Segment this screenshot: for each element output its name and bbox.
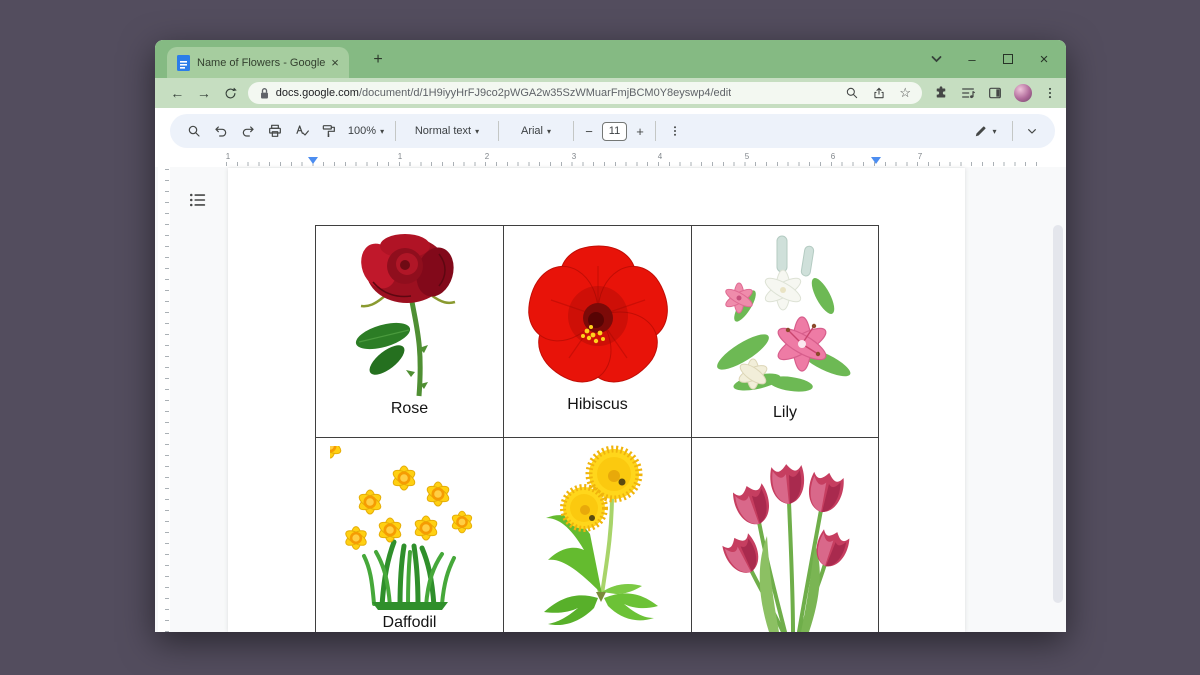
back-icon[interactable]: ← bbox=[164, 85, 191, 101]
window-controls: – × bbox=[918, 40, 1062, 78]
flower-label[interactable]: Daffodil bbox=[383, 614, 437, 632]
increase-font-size-button[interactable]: + bbox=[630, 118, 650, 144]
table-cell-lily[interactable]: Lily bbox=[692, 226, 879, 438]
scrollbar-thumb[interactable] bbox=[1053, 225, 1063, 603]
share-icon[interactable] bbox=[872, 86, 886, 100]
spell-check-icon[interactable] bbox=[288, 118, 315, 144]
flower-label[interactable]: Hibiscus bbox=[567, 396, 627, 414]
extensions-puzzle-icon[interactable] bbox=[933, 85, 949, 101]
chrome-menu-kebab-icon[interactable] bbox=[1043, 85, 1057, 101]
tab-close-icon[interactable]: × bbox=[327, 55, 343, 71]
chevron-down-icon: ▾ bbox=[992, 127, 996, 136]
horizontal-ruler[interactable]: 1 1 2 3 4 5 6 7 bbox=[170, 152, 1055, 167]
table-cell-rose[interactable]: Rose bbox=[316, 226, 504, 438]
left-indent-marker[interactable] bbox=[308, 157, 318, 164]
tab-title: Name of Flowers - Google Docs bbox=[197, 57, 327, 69]
vertical-scrollbar[interactable] bbox=[1050, 167, 1066, 632]
document-outline-icon[interactable] bbox=[185, 187, 211, 213]
dandelion-image bbox=[518, 442, 678, 632]
flower-label[interactable]: Rose bbox=[391, 400, 428, 418]
redo-icon[interactable] bbox=[234, 118, 261, 144]
flower-table: Rose bbox=[315, 225, 879, 632]
more-options-kebab-icon[interactable] bbox=[661, 118, 688, 144]
tab-search-chevron-icon[interactable] bbox=[918, 40, 954, 78]
paint-format-icon[interactable] bbox=[315, 118, 342, 144]
browser-titlebar: Name of Flowers - Google Docs × + – × bbox=[155, 40, 1066, 78]
daffodil-image bbox=[330, 446, 490, 610]
font-family-select[interactable]: Arial▾ bbox=[504, 118, 568, 144]
zoom-page-icon[interactable] bbox=[845, 86, 859, 100]
search-menus-icon[interactable] bbox=[180, 118, 207, 144]
browser-navbar: ← → docs.google.com/document/d/1H9iyyHrF… bbox=[155, 78, 1066, 108]
flower-label[interactable]: Lily bbox=[773, 404, 797, 422]
chevron-down-icon: ▾ bbox=[475, 127, 479, 136]
vertical-ruler bbox=[158, 167, 170, 632]
side-panel-icon[interactable] bbox=[987, 85, 1003, 101]
font-size-input[interactable]: 11 bbox=[602, 122, 627, 141]
media-controls-icon[interactable] bbox=[960, 85, 976, 101]
table-cell-hibiscus[interactable]: Hibiscus bbox=[504, 226, 692, 438]
forward-icon[interactable]: → bbox=[191, 85, 218, 101]
close-window-button[interactable]: × bbox=[1026, 40, 1062, 78]
hibiscus-image bbox=[517, 236, 679, 392]
paragraph-style-select[interactable]: Normal text▾ bbox=[401, 118, 493, 144]
right-indent-marker[interactable] bbox=[871, 157, 881, 164]
url-address-bar[interactable]: docs.google.com/document/d/1H9iyyHrFJ9co… bbox=[248, 82, 922, 104]
maximize-button[interactable] bbox=[990, 40, 1026, 78]
zoom-select[interactable]: 100%▾ bbox=[342, 118, 390, 144]
profile-avatar[interactable] bbox=[1014, 84, 1032, 102]
chevron-down-icon: ▾ bbox=[380, 127, 384, 136]
browser-tab[interactable]: Name of Flowers - Google Docs × bbox=[167, 47, 349, 78]
table-cell-tulip[interactable]: Tulip bbox=[692, 438, 879, 632]
chevron-down-icon: ▾ bbox=[547, 127, 551, 136]
hide-menus-chevron-icon[interactable] bbox=[1018, 118, 1045, 144]
bookmark-star-icon[interactable]: ☆ bbox=[899, 85, 911, 101]
table-cell-dandelion[interactable]: Dandelion bbox=[504, 438, 692, 632]
minimize-button[interactable]: – bbox=[954, 40, 990, 78]
tulip-image bbox=[705, 444, 865, 632]
print-icon[interactable] bbox=[261, 118, 288, 144]
document-area: Rose bbox=[155, 167, 1066, 632]
google-docs-favicon-icon bbox=[177, 55, 190, 71]
editing-mode-select[interactable]: ▾ bbox=[963, 118, 1007, 144]
docs-toolbar-area: 100%▾ Normal text▾ Arial▾ − 11 + ▾ bbox=[155, 108, 1066, 167]
rose-image bbox=[335, 232, 485, 398]
browser-window: Name of Flowers - Google Docs × + – × ← … bbox=[155, 40, 1066, 632]
docs-toolbar: 100%▾ Normal text▾ Arial▾ − 11 + ▾ bbox=[170, 114, 1055, 148]
lily-image bbox=[705, 234, 865, 402]
table-cell-daffodil[interactable]: Daffodil bbox=[316, 438, 504, 632]
document-page[interactable]: Rose bbox=[228, 168, 965, 632]
reload-icon[interactable] bbox=[217, 86, 244, 101]
undo-icon[interactable] bbox=[207, 118, 234, 144]
url-text: docs.google.com/document/d/1H9iyyHrFJ9co… bbox=[276, 87, 731, 99]
lock-icon bbox=[259, 87, 270, 100]
new-tab-button[interactable]: + bbox=[367, 50, 389, 72]
decrease-font-size-button[interactable]: − bbox=[579, 118, 599, 144]
